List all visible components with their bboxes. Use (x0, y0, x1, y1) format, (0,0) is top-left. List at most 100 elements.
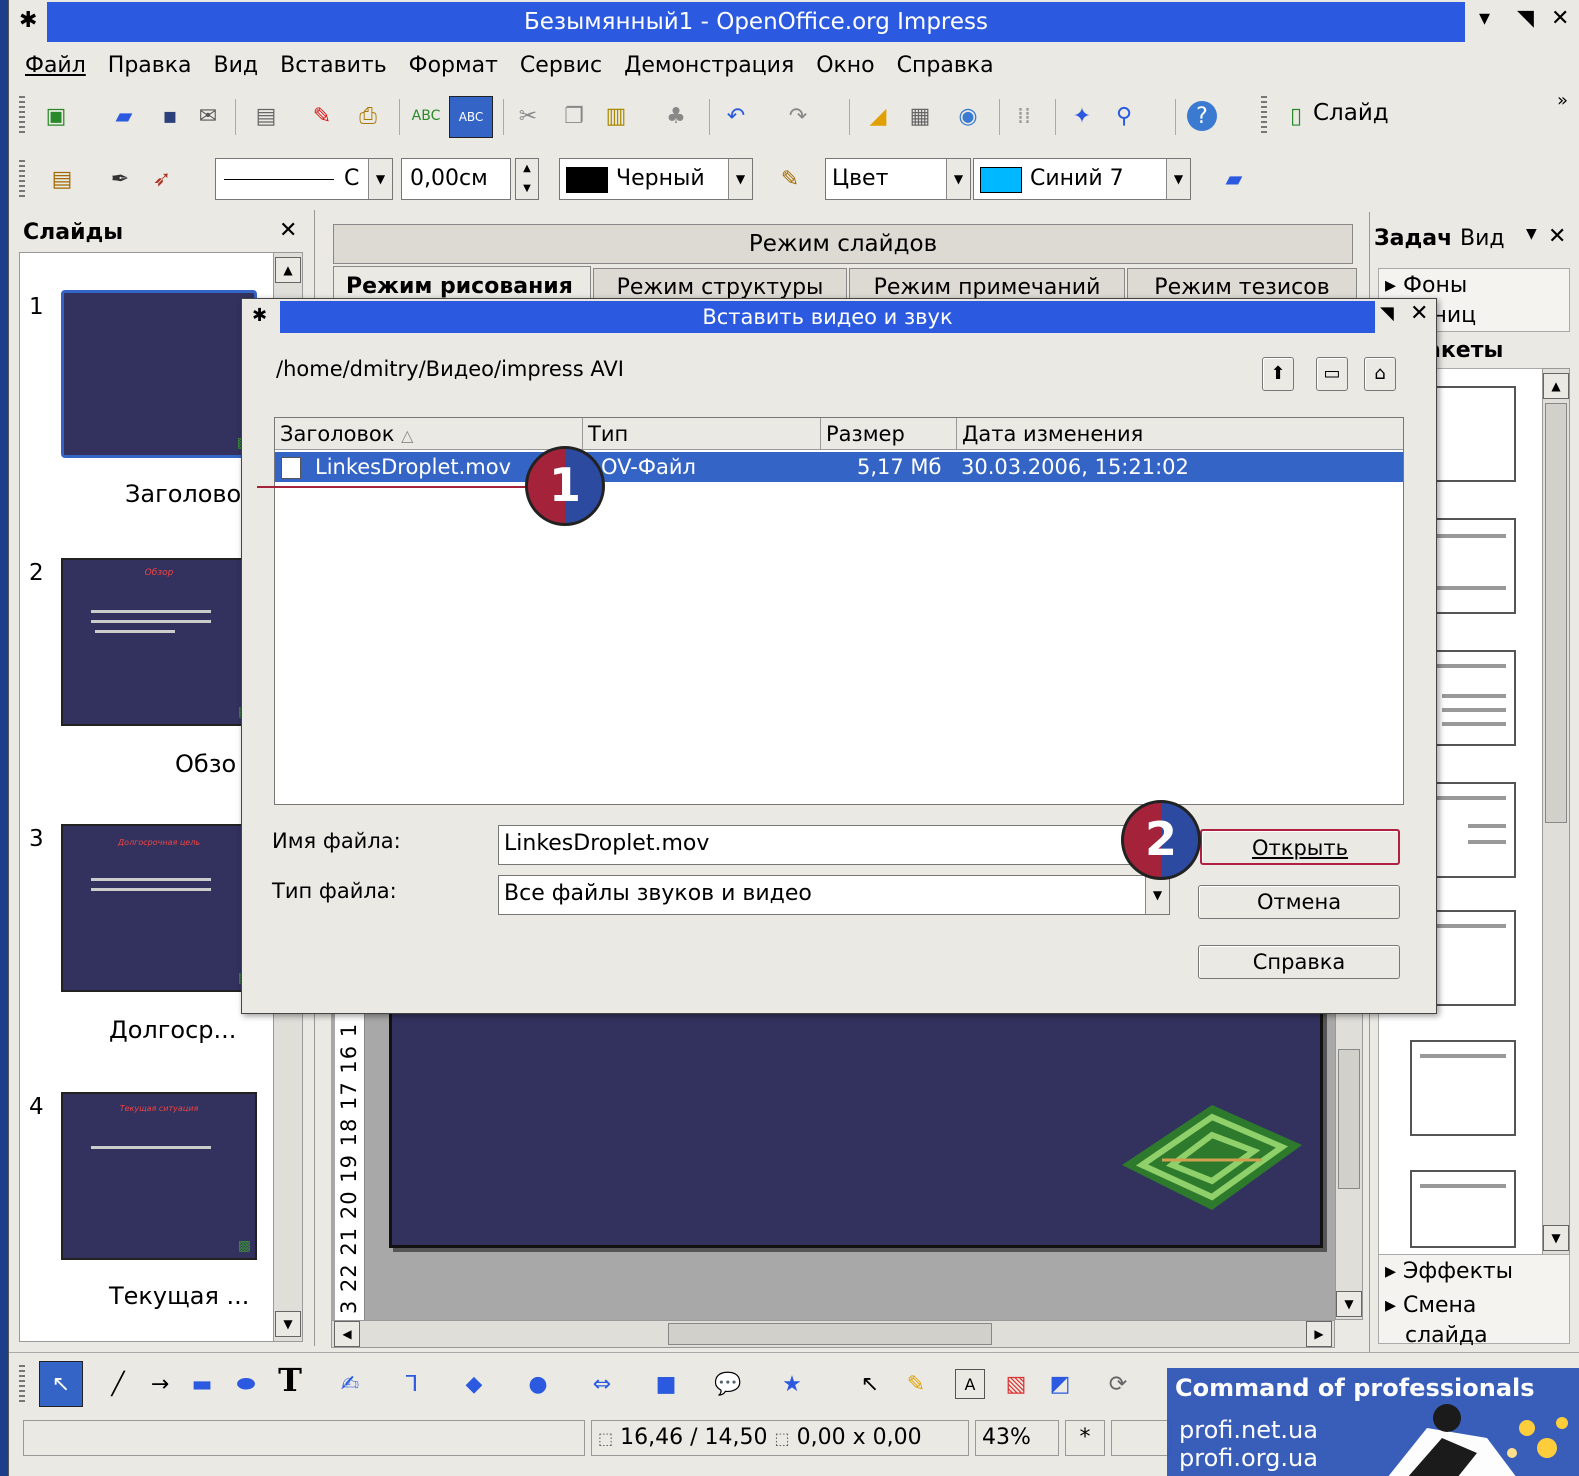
scroll-down-icon[interactable]: ▼ (275, 1311, 301, 1337)
scroll-up-icon[interactable]: ▲ (1543, 373, 1569, 399)
layout-thumbnail[interactable] (1410, 1040, 1516, 1136)
chevron-down-icon[interactable]: ▼ (1166, 159, 1190, 199)
toolbar-grip[interactable] (19, 96, 25, 136)
edit-file-icon[interactable]: ▤ (251, 101, 281, 131)
help-button[interactable]: Справка (1198, 945, 1400, 979)
navigator-icon[interactable]: ✦ (1067, 101, 1097, 131)
layouts-scrollbar[interactable]: ▲ ▼ (1542, 368, 1570, 1256)
section-layouts-title[interactable]: акеты (1426, 338, 1503, 363)
menu-view[interactable]: Вид (203, 46, 270, 86)
chevron-down-icon[interactable]: ▼ (1526, 226, 1537, 242)
up-folder-icon[interactable]: ⬆ (1262, 357, 1294, 391)
column-header-type[interactable]: Тип (583, 418, 821, 450)
chevron-down-icon[interactable]: ▼ (368, 159, 392, 199)
scroll-down-icon[interactable]: ▼ (1336, 1291, 1362, 1317)
scroll-up-icon[interactable]: ▲ (275, 257, 301, 283)
section-label[interactable]: слайда (1405, 1323, 1488, 1348)
column-header-size[interactable]: Размер (821, 418, 957, 450)
from-file-icon[interactable]: ▧ (1001, 1369, 1031, 1399)
undo-icon[interactable]: ↶ (721, 101, 751, 131)
menu-tools[interactable]: Сервис (509, 46, 613, 86)
glue-points-icon[interactable]: ✎ (901, 1369, 931, 1399)
shadow-icon[interactable]: ▰ (1219, 164, 1249, 194)
menu-insert[interactable]: Вставить (269, 46, 398, 86)
toolbar-grip-2[interactable] (1261, 96, 1267, 136)
display-grid-icon[interactable]: ◉ (953, 101, 983, 131)
maximize-icon[interactable]: ◥ (1517, 6, 1534, 31)
format-paintbrush-icon[interactable]: ♣ (661, 101, 691, 131)
column-header-title[interactable]: Заголовок △ (275, 418, 583, 450)
flowchart-icon[interactable]: ■ (651, 1369, 681, 1399)
menu-format[interactable]: Формат (398, 46, 509, 86)
filename-input[interactable]: LinkesDroplet.mov (498, 825, 1138, 865)
more-tools-icon[interactable]: » (1557, 90, 1568, 111)
menu-window[interactable]: Окно (805, 46, 885, 86)
points-icon[interactable]: ↖ (855, 1369, 885, 1399)
autospell-icon[interactable]: ABC (449, 96, 493, 138)
fontwork-icon[interactable]: A (955, 1369, 985, 1399)
new-document-icon[interactable]: ▣ (41, 101, 71, 131)
layout-thumbnail[interactable] (1410, 1170, 1516, 1248)
notes-icon[interactable]: ▤ (47, 164, 77, 194)
text-tool-icon[interactable]: T (275, 1361, 305, 1399)
line-tool-icon[interactable]: ╱ (103, 1369, 133, 1399)
paste-icon[interactable]: ▥ (601, 101, 631, 131)
menu-help[interactable]: Справка (886, 46, 1005, 86)
menu-edit[interactable]: Правка (97, 46, 203, 86)
symbol-shapes-icon[interactable]: ● (523, 1369, 553, 1399)
section-backgrounds[interactable]: ▸ Фоны (1385, 273, 1467, 298)
new-folder-icon[interactable]: ▭ (1316, 357, 1348, 391)
scroll-right-icon[interactable]: ▶ (1306, 1321, 1332, 1347)
zoom-icon[interactable]: ⚲ (1109, 101, 1139, 131)
scroll-down-icon[interactable]: ▼ (1543, 1225, 1569, 1251)
scroll-thumb[interactable] (1545, 403, 1567, 823)
cut-icon[interactable]: ✂ (513, 101, 543, 131)
arrow-line-icon[interactable]: → (145, 1369, 175, 1399)
redo-icon[interactable]: ↷ (783, 101, 813, 131)
column-header-date[interactable]: Дата изменения (957, 418, 1403, 450)
copy-icon[interactable]: ❐ (559, 101, 589, 131)
fill-bucket-icon[interactable]: ✎ (775, 164, 805, 194)
select-arrow-icon[interactable]: ↖ (39, 1361, 83, 1407)
open-button[interactable]: Открыть (1200, 829, 1400, 865)
home-icon[interactable]: ⌂ (1364, 357, 1396, 391)
tab-slide-mode[interactable]: Режим слайдов (333, 224, 1353, 264)
slide-thumbnail-3[interactable]: Долгосрочная цель ▩ (61, 824, 257, 992)
pin-icon[interactable]: ✱ (19, 8, 37, 33)
filetype-select[interactable]: Все файлы звуков и видео ▼ (498, 875, 1170, 915)
line-pen-icon[interactable]: ✒ (105, 164, 135, 194)
status-zoom[interactable]: 43% (975, 1420, 1059, 1456)
email-icon[interactable]: ✉ (193, 101, 223, 131)
save-icon[interactable]: ▪ (155, 101, 185, 131)
line-width-input[interactable]: 0,00см (401, 158, 511, 200)
toolbar-grip-3[interactable] (19, 160, 25, 200)
pdf-export-icon[interactable]: ✎ (307, 101, 337, 131)
slide-button[interactable]: Слайд (1313, 100, 1389, 126)
section-effects[interactable]: ▸ Эффекты (1385, 1259, 1513, 1284)
table-icon[interactable]: ▦ (905, 101, 935, 131)
basic-shapes-icon[interactable]: ◆ (459, 1369, 489, 1399)
view-menu-button[interactable]: Вид (1460, 226, 1505, 251)
curve-icon[interactable]: ✍ (335, 1369, 365, 1399)
gallery-icon[interactable]: ◩ (1045, 1369, 1075, 1399)
chevron-down-icon[interactable]: ▼ (946, 159, 970, 199)
callouts-icon[interactable]: 💬 (713, 1369, 743, 1399)
open-folder-icon[interactable]: ▰ (109, 101, 139, 131)
menu-slideshow[interactable]: Демонстрация (613, 46, 805, 86)
slide-thumbnail-2[interactable]: Обзор ▩ (61, 558, 257, 726)
slide-canvas[interactable] (389, 1002, 1323, 1248)
scroll-left-icon[interactable]: ◀ (334, 1321, 360, 1347)
chevron-down-icon[interactable]: ▼ (728, 159, 752, 199)
connector-icon[interactable]: ⅂ (397, 1369, 427, 1399)
area-color-select[interactable]: Синий 7 ▼ (973, 158, 1191, 200)
grid-dots-icon[interactable]: ⁞⁞ (1009, 101, 1039, 131)
arrow-style-icon[interactable]: ➶ (147, 164, 177, 194)
cancel-button[interactable]: Отмена (1198, 885, 1400, 919)
section-transition[interactable]: ▸ Смена (1385, 1293, 1476, 1318)
file-row[interactable]: LinkesDroplet.mov OV-Файл 5,17 Мб 30.03.… (275, 452, 1403, 482)
close-icon[interactable]: ✕ (1551, 6, 1569, 31)
slide-thumbnail-4[interactable]: Текущая ситуация ▩ (61, 1092, 257, 1260)
spellcheck-icon[interactable]: ABC (411, 101, 441, 131)
menu-file[interactable]: Файл (9, 46, 97, 86)
minimize-icon[interactable]: ▾ (1479, 6, 1490, 31)
